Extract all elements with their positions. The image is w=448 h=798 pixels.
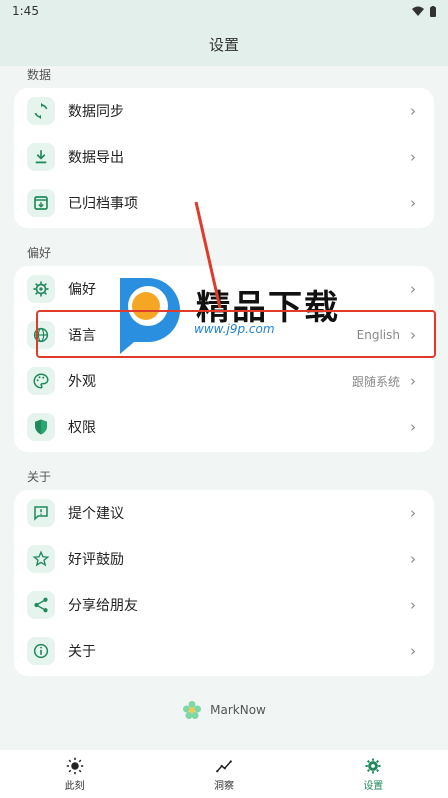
chevron-right-icon: › [410, 418, 416, 436]
settings-item-label: 分享给朋友 [68, 598, 138, 614]
status-icons [412, 5, 436, 17]
settings-item-permissions[interactable]: 权限 › [14, 404, 434, 450]
sun-icon [66, 757, 83, 774]
download-icon [27, 143, 55, 171]
settings-item-appearance[interactable]: 外观 跟随系统 › [14, 358, 434, 404]
chevron-right-icon: › [410, 372, 416, 390]
settings-item-label: 偏好 [68, 282, 96, 298]
nav-tab-label: 洞察 [213, 780, 234, 792]
feedback-icon [27, 499, 55, 527]
chevron-right-icon: › [410, 504, 416, 522]
chevron-right-icon: › [410, 550, 416, 568]
chevron-right-icon: › [410, 280, 416, 298]
bottom-nav: 此刻 洞察 设置 [0, 750, 448, 798]
settings-item-label: 关于 [68, 644, 96, 660]
flower-logo-icon [183, 701, 202, 719]
status-bar: 1:45 [0, 0, 448, 22]
settings-item-export[interactable]: 数据导出 › [14, 134, 434, 180]
page-title: 设置 [208, 35, 239, 54]
trend-icon [216, 759, 232, 772]
nav-tab-label: 此刻 [64, 780, 85, 792]
settings-item-about[interactable]: 关于 › [14, 628, 434, 674]
annotation-arrow [194, 201, 222, 309]
battery-icon [430, 5, 436, 17]
settings-item-feedback[interactable]: 提个建议 › [14, 490, 434, 536]
archive-icon [27, 189, 55, 217]
chevron-right-icon: › [410, 148, 416, 166]
gear-icon [27, 275, 55, 303]
settings-item-share[interactable]: 分享给朋友 › [14, 582, 434, 628]
shield-icon [27, 413, 55, 441]
settings-item-label: 提个建议 [68, 506, 124, 522]
chevron-right-icon: › [410, 102, 416, 120]
chevron-right-icon: › [410, 596, 416, 614]
gear-icon [365, 758, 381, 773]
chevron-right-icon: › [410, 194, 416, 212]
app-brand-name: MarkNow [210, 703, 266, 717]
status-time: 1:45 [12, 4, 39, 18]
palette-icon [27, 367, 55, 395]
settings-item-label: 好评鼓励 [68, 552, 124, 568]
nav-tab-settings[interactable]: 设置 [299, 750, 448, 798]
app-bar: 设置 [0, 22, 448, 66]
appearance-value: 跟随系统 [351, 374, 400, 389]
annotation-highlight-box [36, 310, 436, 358]
settings-item-rate[interactable]: 好评鼓励 › [14, 536, 434, 582]
info-icon [27, 637, 55, 665]
settings-item-label: 数据同步 [68, 104, 124, 120]
section-card-about: 提个建议 › 好评鼓励 › 分享给朋友 › 关于 › [14, 490, 434, 676]
section-title-preferences: 偏好 [27, 246, 52, 260]
settings-item-label: 权限 [68, 420, 96, 436]
chevron-right-icon: › [410, 642, 416, 660]
wifi-icon [412, 6, 424, 16]
nav-tab-insights[interactable]: 洞察 [149, 750, 298, 798]
settings-item-sync[interactable]: 数据同步 › [14, 88, 434, 134]
settings-item-label: 已归档事项 [68, 196, 138, 212]
sync-icon [27, 97, 55, 125]
section-title-about: 关于 [27, 470, 52, 484]
settings-list[interactable]: 数据 数据同步 › 数据导出 › 已归档事项 › 偏好 偏好 › 语言 Engl… [0, 66, 448, 750]
app-brand: MarkNow [0, 700, 448, 720]
share-icon [27, 591, 55, 619]
star-icon [27, 545, 55, 573]
section-title-data: 数据 [27, 68, 52, 82]
nav-tab-label: 设置 [363, 780, 384, 792]
settings-item-label: 外观 [68, 374, 96, 390]
settings-item-label: 数据导出 [68, 150, 124, 166]
nav-tab-now[interactable]: 此刻 [0, 750, 149, 798]
